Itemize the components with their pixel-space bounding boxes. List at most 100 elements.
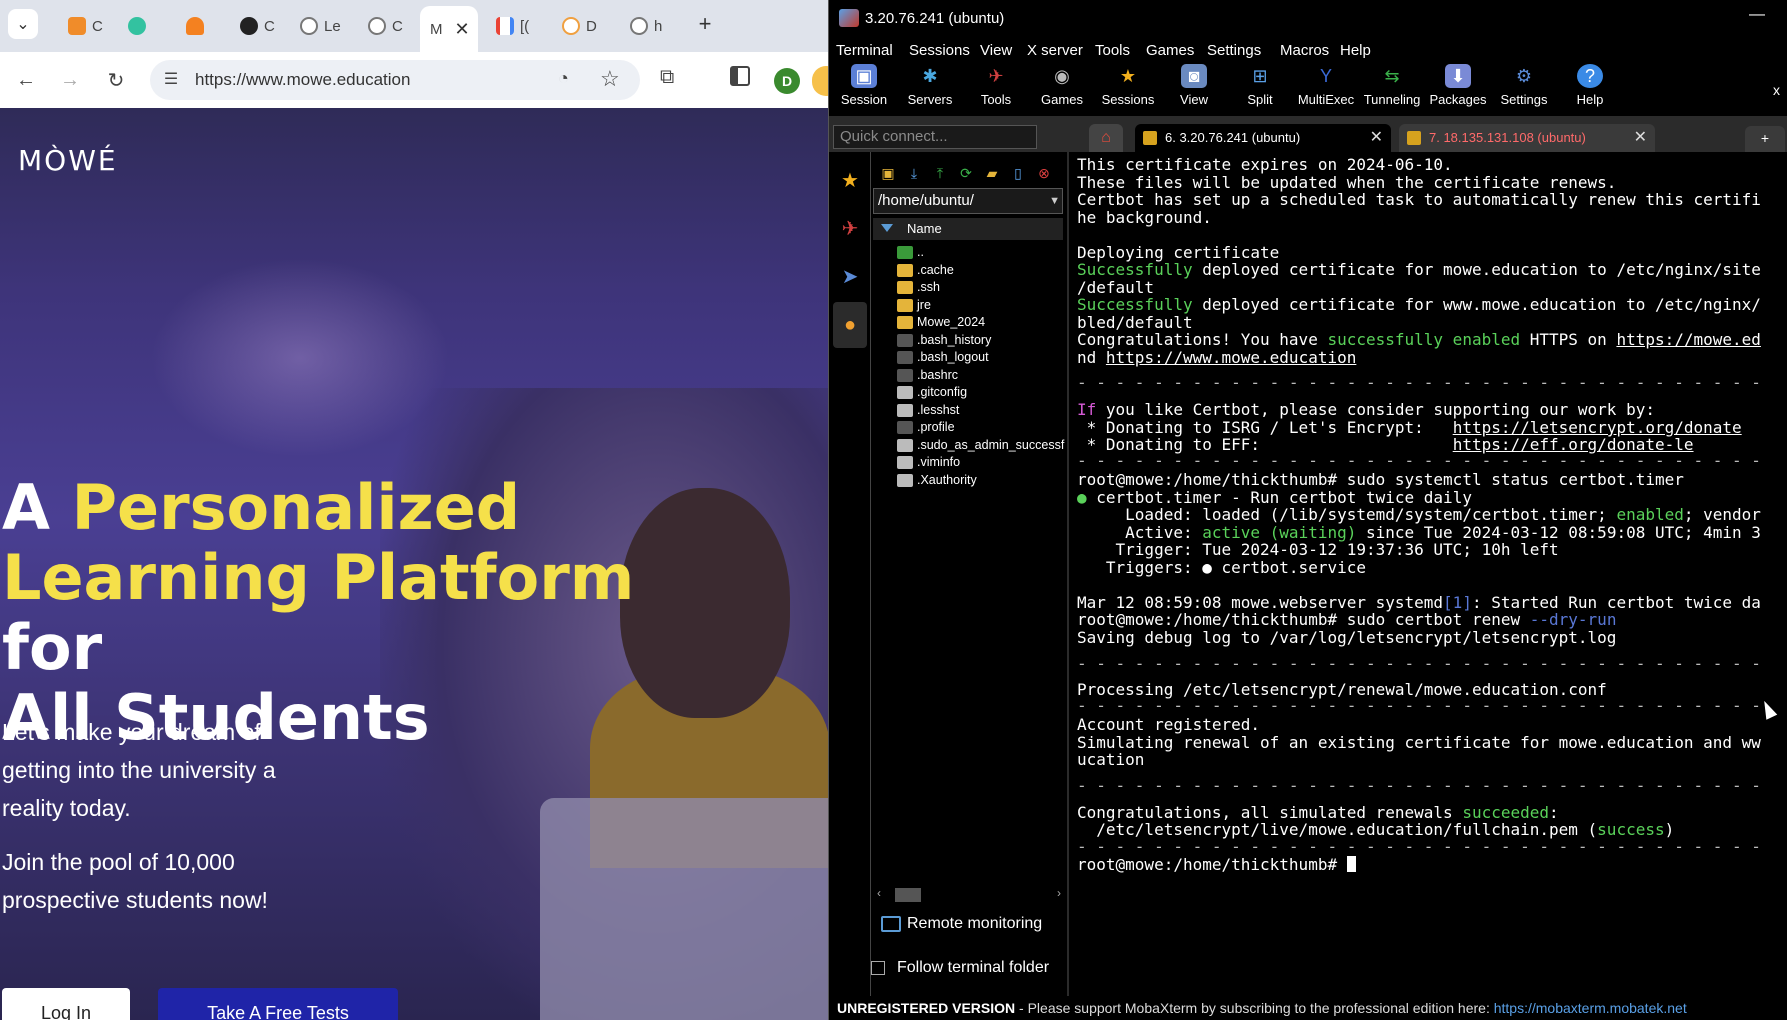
free-test-button[interactable]: Take A Free Tests xyxy=(158,988,398,1020)
ribbon-label: View xyxy=(1180,92,1208,107)
follow-folder-checkbox[interactable]: Follow terminal folder xyxy=(871,958,1049,978)
term-text: Congratulations! You have xyxy=(1077,330,1328,349)
menu-terminal[interactable]: Terminal xyxy=(836,42,893,59)
download-icon[interactable]: ⤓ xyxy=(905,164,923,182)
back-button[interactable]: ← xyxy=(8,62,44,98)
sidebar-sessions-button[interactable]: ★ xyxy=(833,158,867,204)
delete-icon[interactable]: ⊗ xyxy=(1035,164,1053,182)
address-bar[interactable]: ☰ https://www.mowe.education ◔ ☆ xyxy=(150,60,640,100)
ribbon-sessions-button[interactable]: ★ Sessions xyxy=(1098,64,1158,107)
upload-icon[interactable]: ⤒ xyxy=(931,164,949,182)
parent-folder-icon xyxy=(897,246,913,259)
forward-button[interactable]: → xyxy=(52,62,88,98)
menu-settings[interactable]: Settings xyxy=(1207,42,1261,59)
sidebar-tools-button[interactable]: ✈ xyxy=(833,206,867,252)
browser-tab-active[interactable]: M ✕ xyxy=(420,6,478,52)
url-text[interactable]: https://www.mowe.education xyxy=(195,70,410,90)
scroll-left-icon[interactable]: ‹ xyxy=(877,886,881,900)
menu-view[interactable]: View xyxy=(980,42,1012,59)
file-row[interactable]: .profile xyxy=(895,417,1065,437)
tab-search-button[interactable]: ⌄ xyxy=(8,9,38,39)
horizontal-scrollbar[interactable]: ‹ › xyxy=(877,886,1061,904)
arrow-left-icon: ← xyxy=(16,68,36,91)
remote-monitoring-button[interactable]: Remote monitoring xyxy=(881,914,1042,934)
file-row[interactable]: .viminfo xyxy=(895,452,1065,472)
name-column-header[interactable]: Name xyxy=(873,218,1063,240)
browser-tab[interactable]: [( xyxy=(488,12,540,40)
ribbon-games-button[interactable]: ◉ Games xyxy=(1032,64,1092,107)
chevron-down-icon[interactable]: ▼ xyxy=(1049,189,1060,213)
bookmark-star-icon[interactable]: ☆ xyxy=(600,66,620,92)
extensions-icon[interactable]: ⧉ xyxy=(660,66,674,89)
sidebar-sftp-button[interactable]: ● xyxy=(833,302,867,348)
browser-tab[interactable] xyxy=(120,12,172,40)
login-button[interactable]: Log In xyxy=(2,988,130,1020)
folder-row[interactable]: .ssh xyxy=(895,277,1065,297)
sidebar-macros-button[interactable]: ➤ xyxy=(833,254,867,300)
new-file-icon[interactable]: ▯ xyxy=(1009,164,1027,182)
session-tab-active[interactable]: 6. 3.20.76.241 (ubuntu) ✕ xyxy=(1135,124,1391,152)
browser-tab[interactable]: C xyxy=(232,12,284,40)
new-folder-icon[interactable]: ▰ xyxy=(983,164,1001,182)
ribbon-servers-button[interactable]: ✱ Servers xyxy=(900,64,960,107)
new-tab-button[interactable]: + xyxy=(690,9,720,39)
browser-tab[interactable]: C xyxy=(60,12,112,40)
ribbon-help-button[interactable]: ? Help xyxy=(1560,64,1620,107)
menu-sessions[interactable]: Sessions xyxy=(909,42,970,59)
checkbox[interactable] xyxy=(871,961,885,975)
terminal-prompt-line[interactable]: root@mowe:/home/thickthumb# xyxy=(1077,856,1356,874)
close-ribbon-button[interactable]: x xyxy=(1773,82,1780,98)
profile-avatar[interactable]: D xyxy=(774,68,800,94)
file-row[interactable]: .. xyxy=(895,242,1065,262)
scrollbar-thumb[interactable] xyxy=(895,888,921,902)
browser-tab[interactable]: D xyxy=(554,12,606,40)
sftp-path-input[interactable]: /home/ubuntu/ ▼ xyxy=(873,188,1063,214)
file-row[interactable]: .bash_logout xyxy=(895,347,1065,367)
home-tab[interactable]: ⌂ xyxy=(1089,124,1123,152)
file-row[interactable]: .Xauthority xyxy=(895,470,1065,490)
file-row[interactable]: .gitconfig xyxy=(895,382,1065,402)
terminal-line: Successfully deployed certificate for mo… xyxy=(1077,261,1761,279)
term-link[interactable]: https://www.mowe.education xyxy=(1106,348,1356,367)
reload-button[interactable]: ↻ xyxy=(98,62,134,98)
terminal-output[interactable]: This certificate expires on 2024-06-10. … xyxy=(1069,152,1787,996)
ribbon-session-button[interactable]: ▣ Session xyxy=(834,64,894,107)
menu-xserver[interactable]: X server xyxy=(1027,42,1083,59)
ribbon-view-button[interactable]: ◙ View xyxy=(1164,64,1224,107)
ribbon-split-button[interactable]: ⊞ Split xyxy=(1230,64,1290,107)
menu-macros[interactable]: Macros xyxy=(1280,42,1329,59)
quick-connect-input[interactable]: Quick connect... xyxy=(833,125,1037,149)
browser-tab[interactable]: h xyxy=(622,12,674,40)
site-logo[interactable]: MÒWÉ xyxy=(18,144,118,177)
new-session-tab[interactable]: + xyxy=(1745,126,1785,152)
scroll-right-icon[interactable]: › xyxy=(1057,886,1061,900)
browser-tab[interactable] xyxy=(178,12,230,40)
refresh-icon[interactable]: ⟳ xyxy=(957,164,975,182)
close-icon[interactable]: ✕ xyxy=(455,19,470,40)
performance-icon[interactable]: ◔ xyxy=(558,68,569,89)
menu-help[interactable]: Help xyxy=(1340,42,1371,59)
side-panel-icon[interactable] xyxy=(730,66,750,86)
folder-row[interactable]: Mowe_2024 xyxy=(895,312,1065,332)
ribbon-tunneling-button[interactable]: ⇆ Tunneling xyxy=(1362,64,1422,107)
close-icon[interactable]: ✕ xyxy=(1370,124,1383,152)
terminal-line: Loaded: loaded (/lib/systemd/system/cert… xyxy=(1077,506,1761,524)
ribbon-tools-button[interactable]: ✈ Tools xyxy=(966,64,1026,107)
site-info-icon[interactable]: ☰ xyxy=(160,69,182,91)
close-icon[interactable]: ✕ xyxy=(1634,124,1647,152)
ribbon-packages-button[interactable]: ⬇ Packages xyxy=(1428,64,1488,107)
term-link[interactable]: https://mowe.ed xyxy=(1616,330,1761,349)
browser-tab[interactable]: Le xyxy=(292,12,344,40)
profile-menu-button[interactable] xyxy=(812,66,828,96)
window-title: 3.20.76.241 (ubuntu) xyxy=(865,10,1005,27)
session-tab[interactable]: 7. 18.135.131.108 (ubuntu) ✕ xyxy=(1399,124,1655,152)
ribbon-multiexec-button[interactable]: Y MultiExec xyxy=(1296,64,1356,107)
ribbon-settings-button[interactable]: ⚙ Settings xyxy=(1494,64,1554,107)
terminal-line: Trigger: Tue 2024-03-12 19:37:36 UTC; 10… xyxy=(1077,540,1559,559)
browser-tab[interactable]: C xyxy=(360,12,412,40)
parent-folder-icon[interactable]: ▣ xyxy=(879,164,897,182)
menu-tools[interactable]: Tools xyxy=(1095,42,1130,59)
minimize-button[interactable]: — xyxy=(1749,6,1765,24)
mobatek-link[interactable]: https://mobaxterm.mobatek.net xyxy=(1494,1000,1687,1016)
menu-games[interactable]: Games xyxy=(1146,42,1194,59)
